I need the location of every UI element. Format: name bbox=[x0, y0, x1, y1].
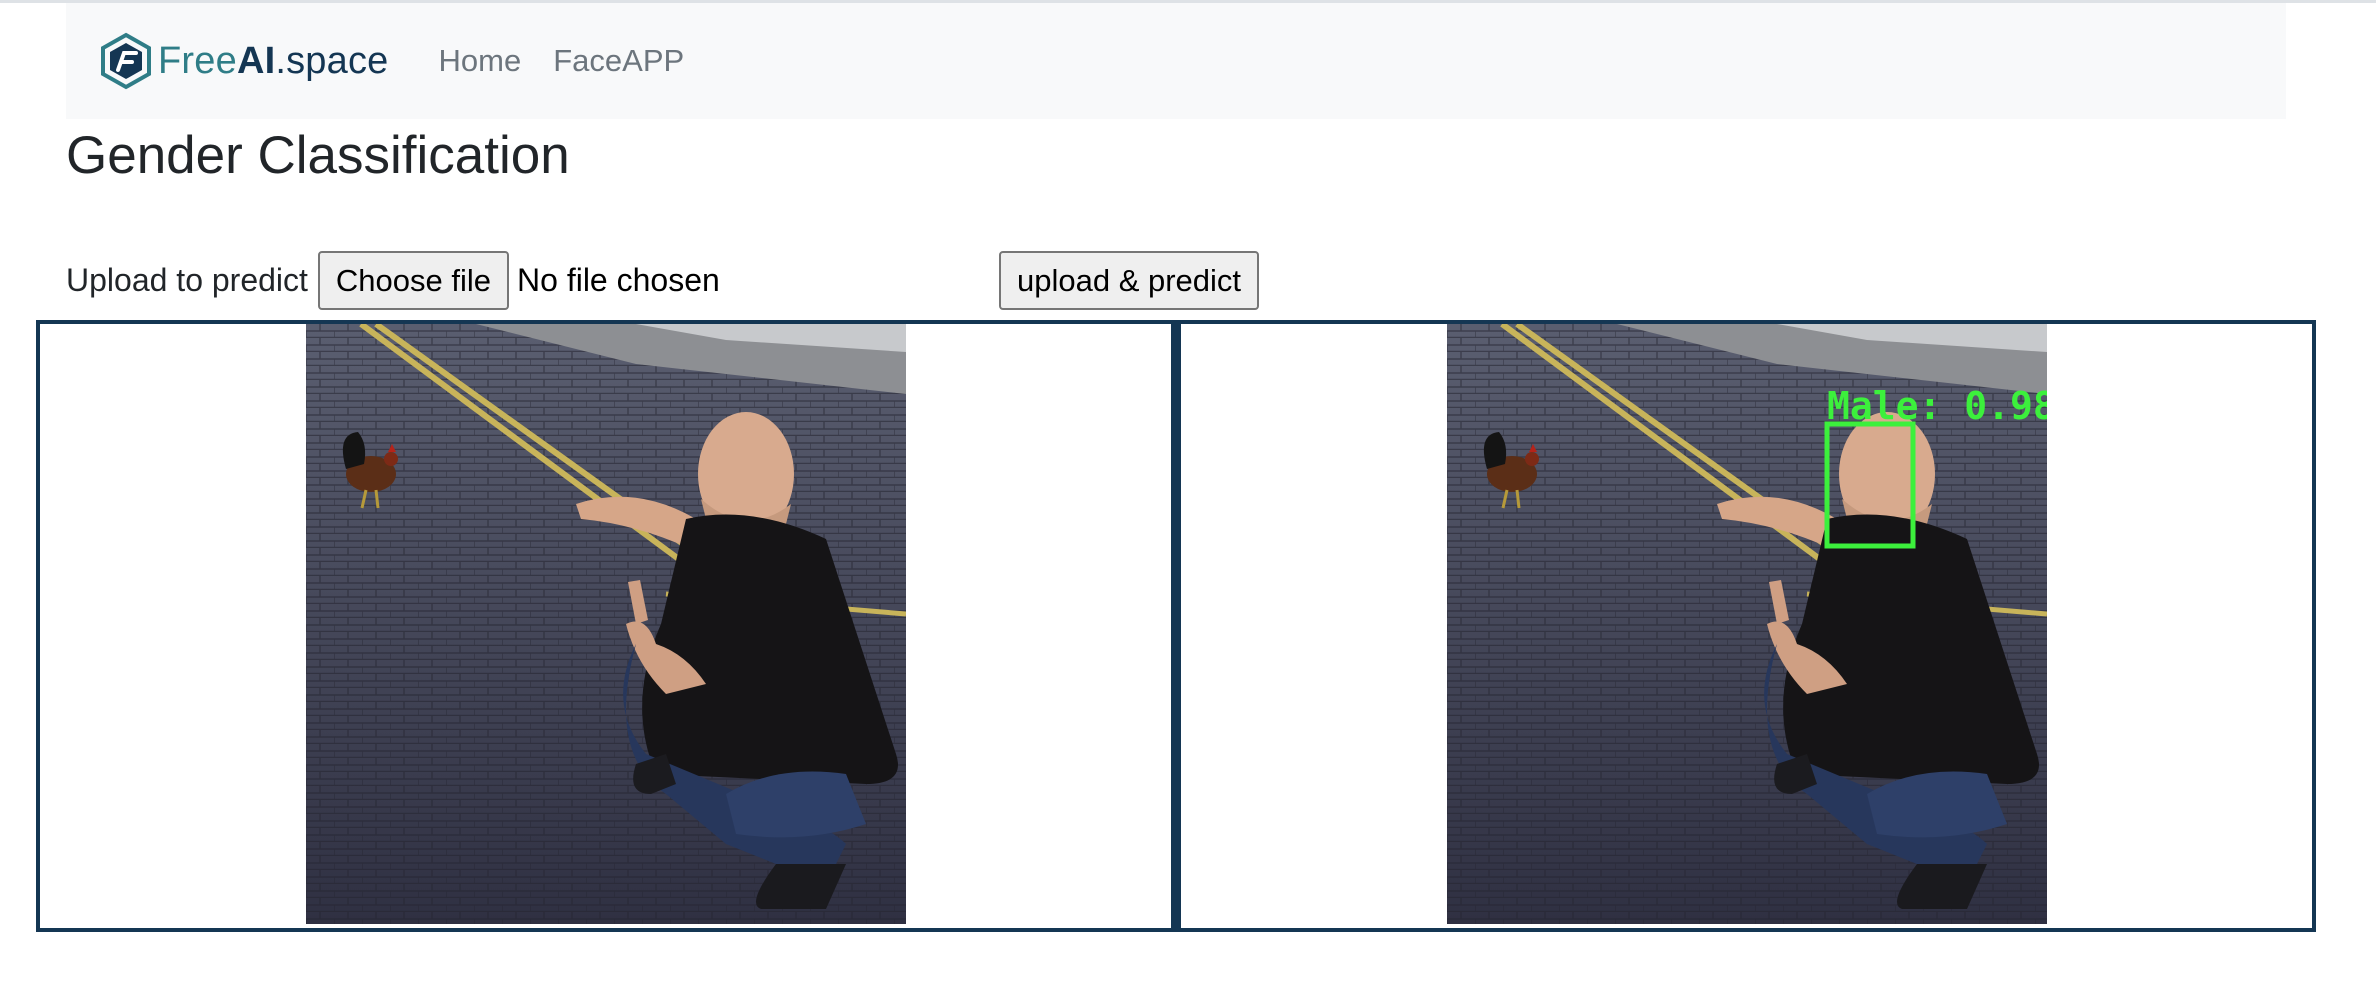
choose-file-button[interactable]: Choose file bbox=[317, 251, 510, 310]
prediction-image-panel: Male: 0.98 bbox=[1180, 324, 2312, 928]
nav-links: Home FaceAPP bbox=[439, 43, 717, 79]
page-title: Gender Classification bbox=[66, 126, 570, 185]
file-status-text: No file chosen bbox=[517, 262, 720, 298]
prediction-label: Male: 0.98 bbox=[1827, 384, 2047, 428]
predicted-photo: Male: 0.98 bbox=[1446, 324, 2047, 924]
brand-ai-text: AI bbox=[236, 39, 276, 82]
nav-link-faceapp[interactable]: FaceAPP bbox=[553, 43, 684, 79]
panel-divider bbox=[1171, 324, 1181, 928]
nav-link-home[interactable]: Home bbox=[439, 43, 522, 79]
navbar: FreeAI.space Home FaceAPP bbox=[66, 3, 2286, 119]
upload-predict-button[interactable]: upload & predict bbox=[999, 251, 1260, 310]
brand-link[interactable]: FreeAI.space bbox=[98, 32, 389, 90]
original-image-panel bbox=[40, 324, 1172, 928]
brand-free-text: Free bbox=[158, 39, 237, 82]
brand-name: FreeAI.space bbox=[158, 40, 389, 83]
freeai-logo-icon bbox=[101, 32, 151, 90]
brand-space-text: .space bbox=[275, 39, 389, 82]
original-photo bbox=[306, 324, 906, 924]
upload-form: Upload to predict Choose file No file ch… bbox=[66, 251, 720, 310]
upload-label: Upload to predict bbox=[66, 262, 308, 298]
results-container: Male: 0.98 bbox=[36, 320, 2316, 932]
